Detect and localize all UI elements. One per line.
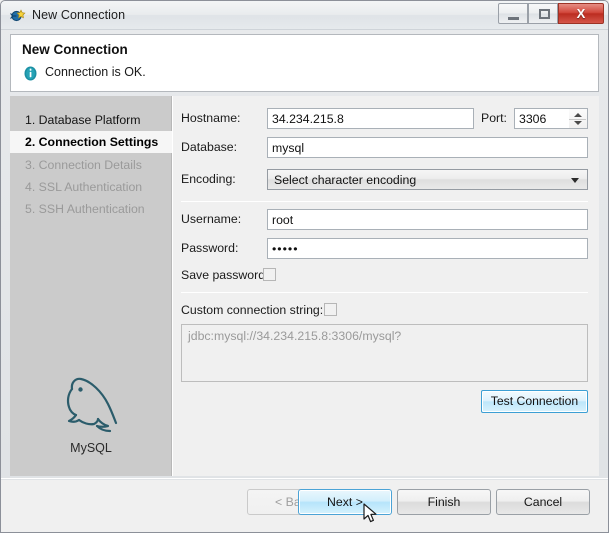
- sidebar-item-ssl-authentication: 4. SSL Authentication: [25, 180, 143, 194]
- sidebar-item-connection-settings[interactable]: 2. Connection Settings: [10, 131, 172, 153]
- port-input[interactable]: [514, 108, 570, 129]
- wizard-steps-sidebar: 1. Database Platform 2. Connection Setti…: [10, 96, 172, 476]
- database-label: Database:: [181, 140, 238, 154]
- next-button[interactable]: Next >: [298, 489, 392, 515]
- connection-wizard-icon: [10, 8, 26, 24]
- stepper-down-icon[interactable]: [574, 121, 582, 125]
- cancel-button[interactable]: Cancel: [496, 489, 590, 515]
- info-icon: [23, 66, 38, 81]
- password-input[interactable]: [267, 238, 588, 259]
- encoding-select[interactable]: Select character encoding: [267, 169, 588, 190]
- finish-button[interactable]: Finish: [397, 489, 491, 515]
- maximize-button[interactable]: [528, 3, 558, 24]
- new-connection-dialog: New Connection X New Connection Connecti…: [0, 0, 609, 533]
- test-connection-button[interactable]: Test Connection: [481, 390, 588, 413]
- divider-2: [181, 292, 588, 293]
- password-label: Password:: [181, 241, 239, 255]
- username-label: Username:: [181, 212, 242, 226]
- hostname-input[interactable]: [267, 108, 474, 129]
- username-input[interactable]: [267, 209, 588, 230]
- minimize-icon: [508, 17, 519, 20]
- database-input[interactable]: [267, 137, 588, 158]
- sidebar-item-ssh-authentication: 5. SSH Authentication: [25, 202, 145, 216]
- mysql-dolphin-icon: [50, 376, 130, 438]
- custom-connection-string-label: Custom connection string:: [181, 303, 324, 317]
- page-title: New Connection: [22, 42, 128, 57]
- sidebar-item-database-platform[interactable]: 1. Database Platform: [10, 109, 172, 131]
- wizard-banner: New Connection Connection is OK.: [10, 34, 599, 92]
- maximize-icon: [539, 9, 550, 19]
- status-message: Connection is OK.: [45, 65, 146, 79]
- port-label: Port:: [481, 111, 507, 125]
- title-bar: New Connection X: [1, 1, 608, 30]
- footer-divider: [1, 478, 608, 479]
- window-title: New Connection: [32, 8, 126, 22]
- chevron-down-icon: [571, 178, 579, 183]
- custom-connection-string-checkbox[interactable]: [324, 303, 337, 316]
- sidebar-item-connection-details: 3. Connection Details: [25, 158, 142, 172]
- hostname-label: Hostname:: [181, 111, 241, 125]
- port-stepper[interactable]: [569, 108, 588, 129]
- minimize-button[interactable]: [498, 3, 528, 24]
- divider-1: [181, 201, 588, 202]
- save-password-label: Save password:: [181, 268, 269, 282]
- platform-label: MySQL: [70, 441, 112, 455]
- dialog-footer: < Back Next > Finish Cancel: [1, 480, 608, 532]
- close-icon: X: [576, 6, 586, 21]
- encoding-selected-value: Select character encoding: [274, 173, 417, 187]
- encoding-label: Encoding:: [181, 172, 236, 186]
- save-password-checkbox[interactable]: [263, 268, 276, 281]
- stepper-up-icon[interactable]: [574, 113, 582, 117]
- connection-string-textarea[interactable]: [181, 324, 588, 382]
- connection-settings-form: Hostname: Port: Database: Encoding: Sele…: [172, 96, 599, 476]
- close-button[interactable]: X: [558, 3, 604, 24]
